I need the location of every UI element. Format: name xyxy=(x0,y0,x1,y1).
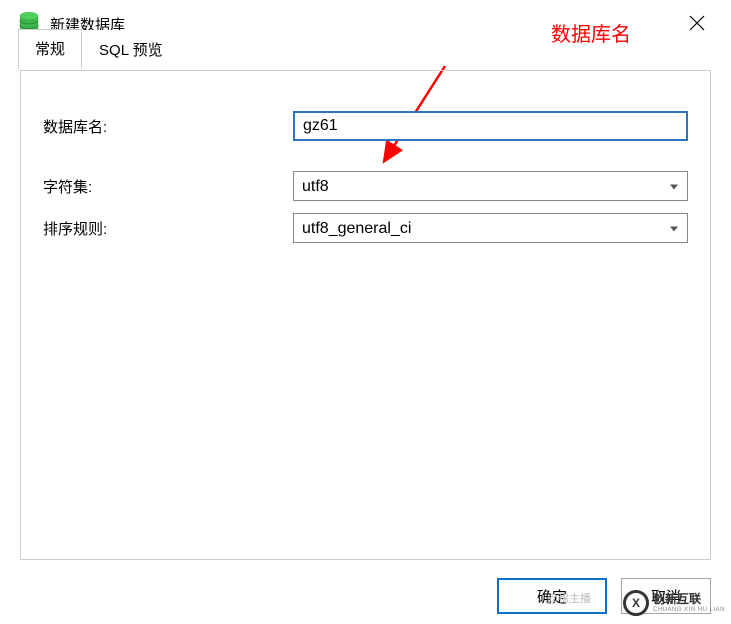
tab-sql-preview[interactable]: SQL 预览 xyxy=(82,30,180,69)
brand-watermark: X 创新互联 CHUANG XIN HU LIAN xyxy=(623,590,725,616)
close-icon[interactable] xyxy=(681,11,713,37)
brand-name: 创新互联 xyxy=(653,593,725,606)
annotation-label: 数据库名 xyxy=(551,18,631,47)
row-collation: 排序规则: utf8_general_ci xyxy=(43,213,688,243)
form-area: 数据库名: 字符集: utf8 排序规则: utf8_general_ci xyxy=(21,71,710,277)
brand-sub: CHUANG XIN HU LIAN xyxy=(653,607,725,613)
label-db-name: 数据库名: xyxy=(43,116,293,137)
brand-logo-icon: X xyxy=(623,590,649,616)
tab-strip: 常规 SQL 预览 xyxy=(18,30,180,69)
input-db-name[interactable] xyxy=(293,111,688,141)
label-collation: 排序规则: xyxy=(43,218,293,239)
select-collation[interactable]: utf8_general_ci xyxy=(293,213,688,243)
row-db-name: 数据库名: xyxy=(43,111,688,141)
tab-general[interactable]: 常规 xyxy=(18,29,82,69)
watermark-small: @稀主播 xyxy=(547,590,591,606)
dialog-panel: 数据库名: 字符集: utf8 排序规则: utf8_general_ci xyxy=(20,70,711,560)
label-charset: 字符集: xyxy=(43,176,293,197)
select-charset[interactable]: utf8 xyxy=(293,171,688,201)
row-charset: 字符集: utf8 xyxy=(43,171,688,201)
